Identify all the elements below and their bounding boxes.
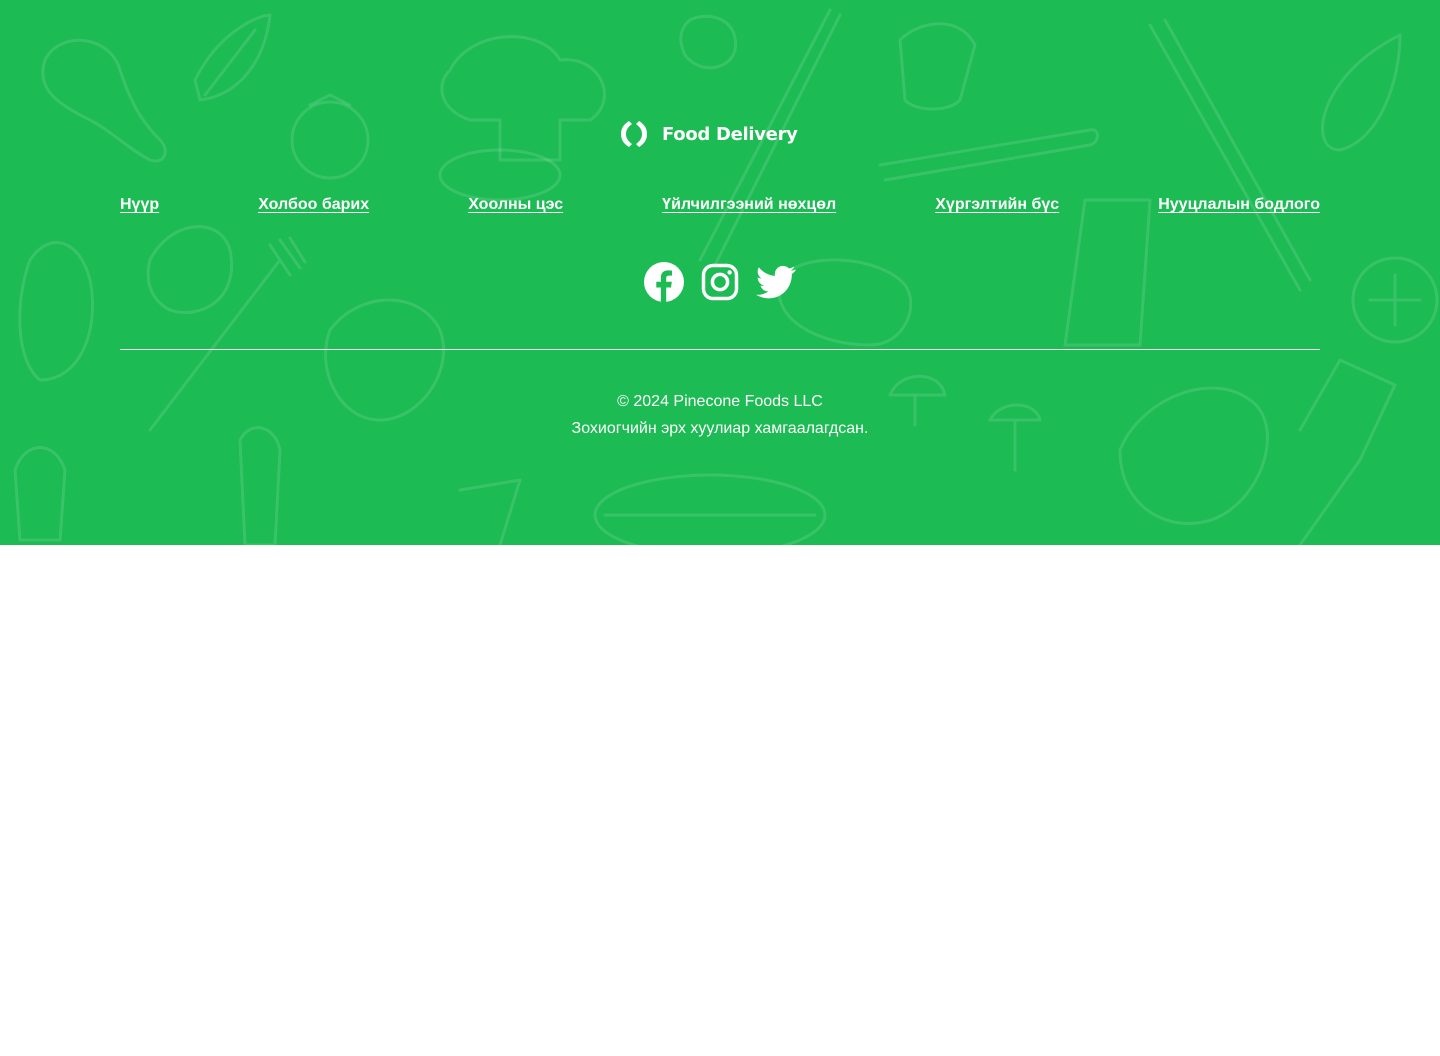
footer-divider	[120, 349, 1320, 350]
brackets-logo-icon	[621, 121, 647, 147]
site-footer: Food Delivery Нүүр Холбоо барих Хоолны ц…	[0, 0, 1440, 545]
footer-link-menu[interactable]: Хоолны цэс	[468, 196, 563, 214]
twitter-icon[interactable]	[756, 262, 796, 302]
footer-link-delivery-zone[interactable]: Хүргэлтийн бүс	[935, 196, 1059, 214]
instagram-icon[interactable]	[700, 262, 740, 302]
footer-nav: Нүүр Холбоо барих Хоолны цэс Үйлчилгээни…	[120, 193, 1320, 217]
social-links	[644, 262, 796, 302]
logo-text: Food Delivery	[662, 123, 798, 145]
footer-link-contact[interactable]: Холбоо барих	[258, 196, 369, 214]
copyright: © 2024 Pinecone Foods LLC Зохиогчийн эрх…	[0, 388, 1440, 442]
footer-link-terms[interactable]: Үйлчилгээний нөхцөл	[662, 196, 836, 214]
footer-logo[interactable]: Food Delivery	[618, 118, 798, 150]
footer-link-privacy[interactable]: Нууцлалын бодлого	[1158, 196, 1320, 214]
footer-link-home[interactable]: Нүүр	[120, 196, 159, 214]
facebook-icon[interactable]	[644, 262, 684, 302]
copyright-line: © 2024 Pinecone Foods LLC	[617, 393, 823, 410]
rights-reserved-line: Зохиогчийн эрх хуулиар хамгаалагдсан.	[571, 420, 869, 437]
